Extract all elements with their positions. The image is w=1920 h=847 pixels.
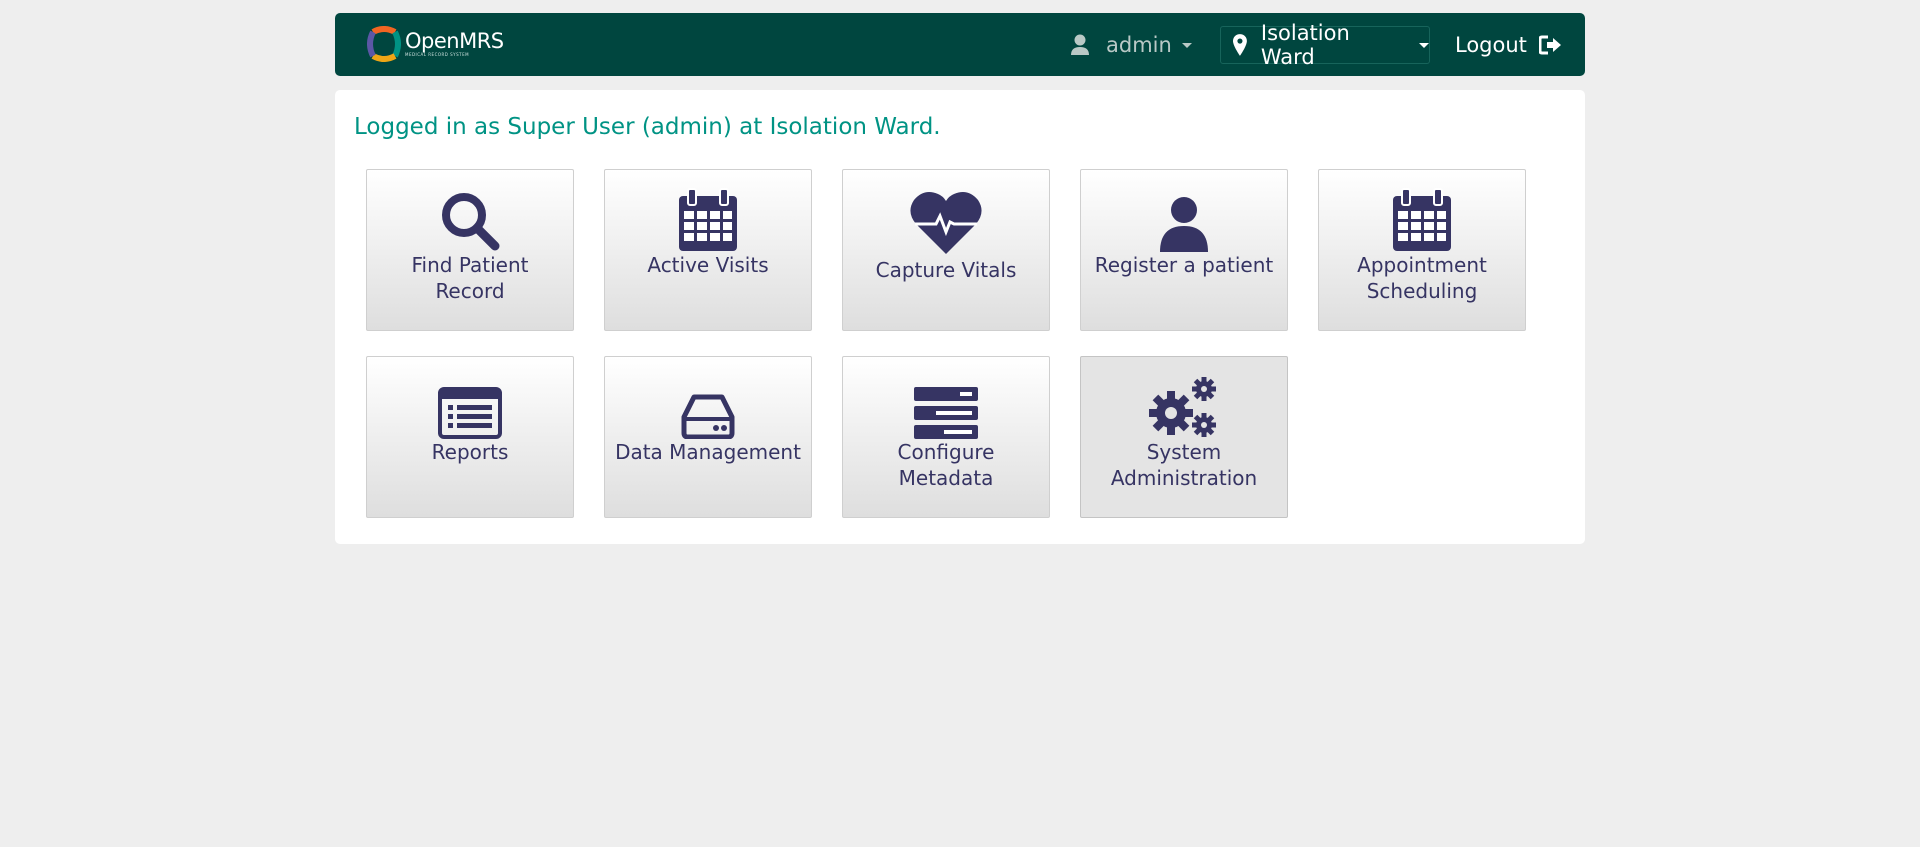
app-label: Reports xyxy=(431,440,509,464)
app-label: Data Management xyxy=(615,440,801,464)
hdd-icon xyxy=(681,394,735,439)
app-find-patient-record[interactable]: Find Patient Record xyxy=(366,169,574,331)
app-label: System Administration xyxy=(1110,440,1258,490)
app-system-administration[interactable]: System Administration xyxy=(1080,356,1288,518)
openmrs-logo[interactable]: OpenMRS MEDICAL RECORD SYSTEM xyxy=(367,26,504,62)
heartbeat-icon xyxy=(910,192,982,254)
app-label: Active Visits xyxy=(647,253,769,277)
app-configure-metadata[interactable]: Configure Metadata xyxy=(842,356,1050,518)
app-data-management[interactable]: Data Management xyxy=(604,356,812,518)
location-selector[interactable]: Isolation Ward xyxy=(1220,21,1430,69)
app-label: Capture Vitals xyxy=(875,258,1017,282)
chevron-down-icon xyxy=(1419,42,1429,48)
user-icon xyxy=(1071,34,1089,55)
sign-out-icon xyxy=(1538,35,1561,55)
search-icon xyxy=(442,193,500,251)
calendar-icon xyxy=(1393,188,1451,251)
user-menu[interactable]: admin xyxy=(1070,31,1192,59)
welcome-message: Logged in as Super User (admin) at Isola… xyxy=(354,114,941,140)
logo-text: OpenMRS xyxy=(405,29,504,53)
app-label: Appointment Scheduling xyxy=(1357,253,1487,303)
location-name: Isolation Ward xyxy=(1260,21,1350,69)
cogs-icon xyxy=(1149,377,1216,437)
home-content: Logged in as Super User (admin) at Isola… xyxy=(335,90,1585,544)
app-label: Register a patient xyxy=(1094,253,1274,277)
openmrs-logo-icon xyxy=(367,26,401,62)
chevron-down-icon xyxy=(1181,42,1192,48)
logout-label: Logout xyxy=(1455,33,1527,57)
app-reports[interactable]: Reports xyxy=(366,356,574,518)
app-active-visits[interactable]: Active Visits xyxy=(604,169,812,331)
calendar-icon xyxy=(679,188,737,251)
app-appointment-scheduling[interactable]: Appointment Scheduling xyxy=(1318,169,1526,331)
app-label: Find Patient Record xyxy=(411,253,529,303)
top-header: OpenMRS MEDICAL RECORD SYSTEM admin Isol… xyxy=(335,13,1585,76)
list-icon xyxy=(438,387,502,439)
user-icon xyxy=(1160,197,1208,252)
logo-subtext: MEDICAL RECORD SYSTEM xyxy=(405,52,470,57)
app-label: Configure Metadata xyxy=(897,440,995,490)
logout-link[interactable]: Logout xyxy=(1455,31,1563,59)
app-capture-vitals[interactable]: Capture Vitals xyxy=(842,169,1050,331)
app-register-patient[interactable]: Register a patient xyxy=(1080,169,1288,331)
map-marker-icon xyxy=(1233,34,1247,56)
username: admin xyxy=(1106,33,1172,57)
server-icon xyxy=(914,387,978,439)
